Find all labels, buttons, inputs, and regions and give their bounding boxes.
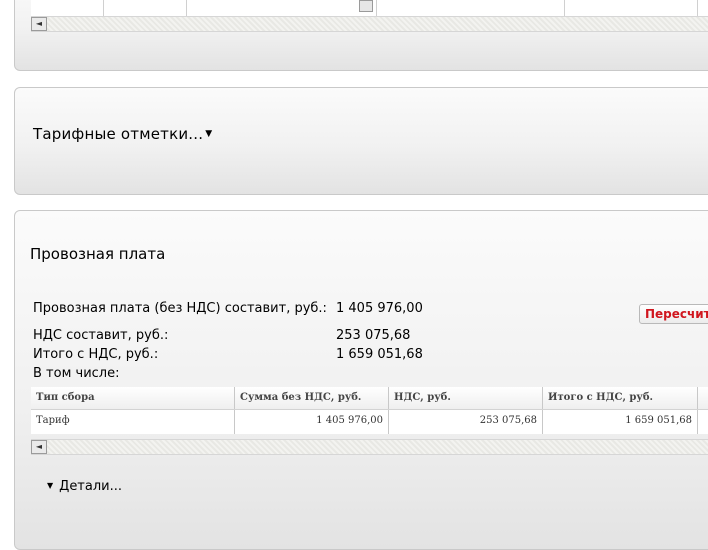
previous-section-panel: ◄: [14, 0, 708, 71]
column-header-empty: [698, 387, 708, 409]
column-header-vat[interactable]: НДС, руб.: [389, 387, 543, 409]
column-header-fee-type[interactable]: Тип сбора: [31, 387, 235, 409]
column-divider: [564, 0, 565, 17]
carriage-fee-panel: Провозная плата Провозная плата (без НДС…: [14, 210, 708, 550]
details-toggle[interactable]: ▼ Детали...: [47, 479, 122, 494]
fees-table: Тип сбора Сумма без НДС, руб. НДС, руб. …: [31, 387, 708, 434]
column-divider: [697, 0, 698, 17]
column-divider: [186, 0, 187, 17]
column-header-total[interactable]: Итого с НДС, руб.: [543, 387, 698, 409]
horizontal-scrollbar[interactable]: ◄: [31, 439, 708, 455]
cell-fee-type: Тариф: [31, 410, 235, 434]
tariff-marks-label: Тарифные отметки...: [33, 125, 204, 143]
horizontal-scrollbar[interactable]: ◄: [31, 16, 708, 32]
column-header-sum-no-vat[interactable]: Сумма без НДС, руб.: [235, 387, 389, 409]
cell-empty: [698, 410, 708, 434]
table-row[interactable]: Тариф 1 405 976,00 253 075,68 1 659 051,…: [31, 410, 708, 434]
scroll-left-icon[interactable]: ◄: [31, 440, 47, 454]
fee-without-vat-value: 1 405 976,00: [336, 301, 423, 316]
total-with-vat-label: Итого с НДС, руб.:: [33, 347, 159, 362]
cell-vat: 253 075,68: [389, 410, 543, 434]
total-with-vat-value: 1 659 051,68: [336, 347, 423, 362]
column-divider: [103, 0, 104, 17]
dropdown-caret-icon: ▼: [205, 129, 213, 139]
recalculate-button[interactable]: Пересчитать: [639, 304, 708, 324]
vat-value: 253 075,68: [336, 328, 411, 343]
cell-button[interactable]: [359, 0, 373, 12]
tariff-marks-panel: Тарифные отметки... ▼: [14, 87, 708, 195]
cell-total: 1 659 051,68: [543, 410, 698, 434]
column-divider: [376, 0, 377, 17]
fee-without-vat-label: Провозная плата (без НДС) составит, руб.…: [33, 301, 327, 316]
vat-label: НДС составит, руб.:: [33, 328, 169, 343]
scroll-left-icon[interactable]: ◄: [31, 17, 47, 31]
table-header: Тип сбора Сумма без НДС, руб. НДС, руб. …: [31, 387, 708, 410]
including-label: В том числе:: [33, 366, 120, 381]
expand-triangle-icon: ▼: [47, 481, 54, 490]
tariff-marks-toggle[interactable]: Тарифные отметки... ▼: [33, 125, 212, 143]
details-label: Детали...: [59, 479, 123, 494]
section-title: Провозная плата: [30, 245, 166, 263]
cell-sum-no-vat: 1 405 976,00: [235, 410, 389, 434]
